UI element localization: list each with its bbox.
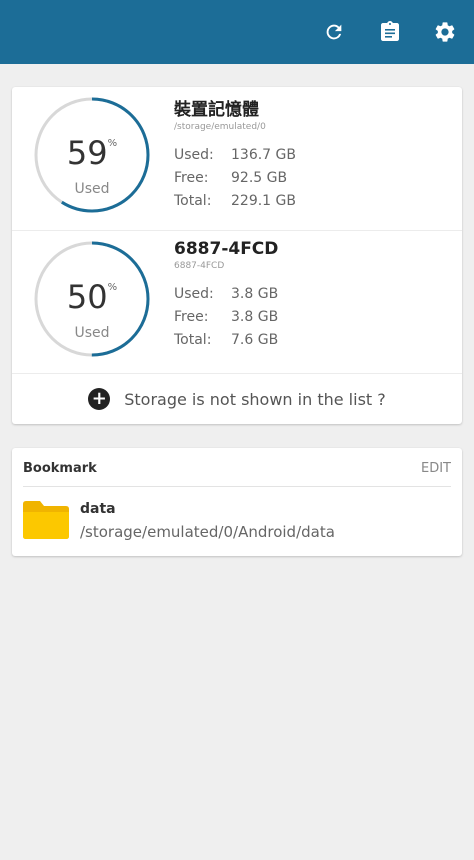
- free-value: 3.8 GB: [231, 309, 279, 325]
- free-row: Free: 3.8 GB: [174, 306, 278, 329]
- gear-icon: [435, 22, 455, 42]
- add-circle-icon: +: [88, 388, 111, 410]
- used-key: Used:: [174, 147, 214, 163]
- storage-item-internal[interactable]: 59% Used 裝置記憶體 /storage/emulated/0 Used:…: [12, 87, 462, 230]
- storage-info: 裝置記憶體 /storage/emulated/0 Used: 136.7 GB …: [174, 95, 296, 213]
- free-row: Free: 92.5 GB: [174, 167, 296, 190]
- usage-percent-value: 59: [66, 134, 108, 172]
- storage-item-sdcard[interactable]: 50% Used 6887-4FCD 6887-4FCD Used: 3.8 GB…: [12, 231, 462, 374]
- free-key: Free:: [174, 170, 209, 186]
- usage-percent: 50%: [32, 279, 152, 315]
- bookmark-item-path: /storage/emulated/0/Android/data: [80, 523, 335, 541]
- bookmark-card: Bookmark EDIT data /storage/emulated/0/A…: [12, 448, 462, 556]
- total-value: 7.6 GB: [231, 332, 279, 348]
- used-row: Used: 3.8 GB: [174, 283, 278, 306]
- storage-not-shown-label: Storage is not shown in the list ?: [124, 389, 386, 409]
- storage-name: 裝置記憶體: [174, 100, 259, 120]
- app-bar: [0, 0, 474, 64]
- usage-gauge: 59% Used: [32, 95, 152, 215]
- total-value: 229.1 GB: [231, 193, 296, 209]
- refresh-button[interactable]: [318, 16, 350, 48]
- refresh-icon: [326, 24, 342, 40]
- total-key: Total:: [174, 332, 212, 348]
- usage-percent-value: 50: [66, 278, 108, 316]
- used-label: Used: [74, 325, 110, 341]
- bookmark-item-name[interactable]: data: [80, 501, 116, 517]
- storage-path: 6887-4FCD: [174, 261, 225, 271]
- usage-percent-unit: %: [107, 138, 118, 149]
- usage-gauge: 50% Used: [32, 239, 152, 359]
- used-value: 3.8 GB: [231, 286, 279, 302]
- storage-info: 6887-4FCD 6887-4FCD Used: 3.8 GB Free: 3.8…: [174, 239, 278, 352]
- storage-name: 6887-4FCD: [174, 239, 279, 259]
- clipboard-button[interactable]: [374, 16, 406, 48]
- storage-not-shown-button[interactable]: + Storage is not shown in the list ?: [12, 374, 462, 424]
- used-row: Used: 136.7 GB: [174, 144, 296, 167]
- folder-icon: [23, 501, 69, 543]
- used-key: Used:: [174, 286, 214, 302]
- free-value: 92.5 GB: [231, 170, 288, 186]
- used-value: 136.7 GB: [231, 147, 296, 163]
- settings-button[interactable]: [429, 16, 461, 48]
- divider: [23, 486, 451, 487]
- bookmark-edit-button[interactable]: EDIT: [421, 461, 451, 476]
- usage-percent: 59%: [32, 135, 152, 171]
- used-label: Used: [74, 181, 110, 197]
- total-key: Total:: [174, 193, 212, 209]
- free-key: Free:: [174, 309, 209, 325]
- total-row: Total: 229.1 GB: [174, 190, 296, 213]
- total-row: Total: 7.6 GB: [174, 329, 278, 352]
- storage-card: 59% Used 裝置記憶體 /storage/emulated/0 Used:…: [12, 87, 462, 424]
- bookmark-title: Bookmark: [23, 461, 97, 476]
- storage-path: /storage/emulated/0: [174, 122, 266, 132]
- usage-percent-unit: %: [107, 282, 118, 293]
- clipboard-icon: [381, 21, 399, 41]
